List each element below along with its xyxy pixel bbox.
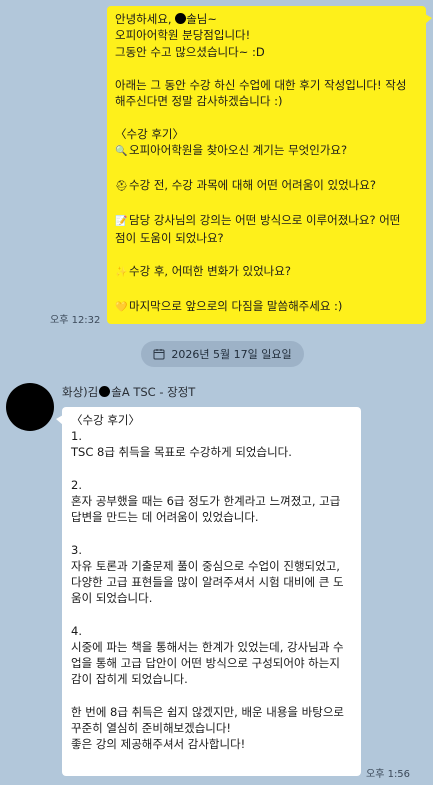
review-header: 〈수강 후기〉 bbox=[115, 126, 184, 141]
question-text: 수강 전, 수강 과목에 대해 어떤 어려움이 있었나요? bbox=[129, 178, 376, 193]
redacted-name-mark bbox=[175, 13, 187, 24]
question-3-cont: 점이 도움이 되었나요? bbox=[115, 231, 224, 246]
sender-name-end: 솔A TSC - 장정T bbox=[111, 385, 196, 399]
memo-icon: 📝 bbox=[115, 215, 128, 227]
sparkle-wand-icon: ✨ bbox=[115, 267, 128, 279]
message-line: 답변을 만드는 데 어려움이 있었습니다. bbox=[71, 510, 259, 525]
message-line: 꾸준히 열심히 준비해보겠습니다! bbox=[71, 720, 232, 735]
calendar-icon bbox=[153, 349, 165, 360]
message-line: 혼자 공부했을 때는 6급 정도가 한계라고 느껴졌고, 고급 bbox=[71, 494, 341, 508]
heart-icon: 💛 bbox=[115, 301, 128, 313]
greeting-text-start: 안녕하세요, bbox=[115, 12, 176, 26]
question-text: 담당 강사님의 강의는 어떤 방식으로 이루어졌나요? 어떤 bbox=[129, 212, 401, 227]
outgoing-timestamp: 오후 12:32 bbox=[50, 315, 101, 326]
avatar[interactable] bbox=[6, 383, 54, 431]
redacted-name-mark bbox=[99, 386, 111, 397]
message-line: 움이 되었습니다. bbox=[71, 591, 153, 606]
question-text: 수강 후, 어떠한 변화가 있었나요? bbox=[129, 264, 291, 279]
construction-icon: ⛑ bbox=[115, 181, 128, 193]
magnifier-icon: 🔍 bbox=[115, 146, 128, 158]
greeting-line: 안녕하세요, 솔님~ bbox=[115, 11, 418, 27]
message-line: 업을 통해 고급 답안이 어떤 방식으로 구성되어야 하는지 bbox=[71, 656, 340, 670]
question-text: 마지막으로 앞으로의 다짐을 말씀해주세요 :) bbox=[129, 298, 343, 313]
greeting-text-end: 솔님~ bbox=[186, 12, 218, 26]
incoming-timestamp: 오후 1:56 bbox=[366, 769, 411, 780]
message-line: 다양한 고급 표현들을 많이 알려주셔서 시험 대비에 큰 도 bbox=[71, 575, 344, 589]
message-line: 시중에 파는 책을 통해서는 한계가 있었는데, 강사님과 수 bbox=[71, 639, 344, 654]
message-line: 오피아어학원 분당점입니다! bbox=[115, 28, 251, 43]
message-line: 1. bbox=[71, 429, 82, 444]
sender-name-start: 화상)김 bbox=[62, 385, 99, 399]
message-line: 한 번에 8급 취득은 쉽지 않겠지만, 배운 내용을 바탕으로 bbox=[71, 704, 344, 719]
message-line: 아래는 그 동안 수강 하신 수업에 대한 후기 작성입니다! 작성 bbox=[115, 77, 407, 92]
question-5: 💛 마지막으로 앞으로의 다짐을 말씀해주세요 :) bbox=[115, 298, 418, 316]
message-line: 해주신다면 정말 감사하겠습니다 :) bbox=[115, 94, 283, 109]
message-line: 그동안 수고 많으셨습니다~ :D bbox=[115, 44, 265, 59]
question-text: 오피아어학원을 찾아오신 계기는 무엇인가요? bbox=[129, 143, 348, 158]
message-line: 2. bbox=[71, 477, 82, 492]
message-line: TSC 8급 취득을 목표로 수강하게 되었습니다. bbox=[71, 445, 292, 460]
message-line: 감이 잡히게 되었습니다. bbox=[71, 672, 188, 687]
question-3: 📝 담당 강사님의 강의는 어떤 방식으로 이루어졌나요? 어떤 bbox=[115, 212, 418, 230]
message-line: 〈수강 후기〉 bbox=[71, 413, 140, 427]
question-4: ✨ 수강 후, 어떠한 변화가 있었나요? bbox=[115, 263, 418, 281]
outgoing-message-bubble[interactable]: 안녕하세요, 솔님~ 오피아어학원 분당점입니다! 그동안 수고 많으셨습니다~… bbox=[107, 6, 432, 324]
message-line: 4. bbox=[71, 623, 82, 638]
question-1: 🔍 오피아어학원을 찾아오신 계기는 무엇인가요? bbox=[115, 142, 418, 160]
date-text: 2026년 5월 17일 일요일 bbox=[171, 348, 292, 361]
question-2: ⛑수강 전, 수강 과목에 대해 어떤 어려움이 있었나요? bbox=[115, 177, 418, 195]
message-line: 3. bbox=[71, 542, 82, 557]
sender-name[interactable]: 화상)김 솔A TSC - 장정T bbox=[62, 384, 195, 400]
message-line: 자유 토론과 기출문제 풀이 중심으로 수업이 진행되었고, bbox=[71, 558, 340, 573]
incoming-message-bubble[interactable]: 〈수강 후기〉 1. TSC 8급 취득을 목표로 수강하게 되었습니다. 2.… bbox=[56, 407, 361, 776]
message-line: 좋은 강의 제공해주셔서 감사합니다! bbox=[71, 737, 246, 751]
date-divider: 2026년 5월 17일 일요일 bbox=[141, 341, 304, 367]
